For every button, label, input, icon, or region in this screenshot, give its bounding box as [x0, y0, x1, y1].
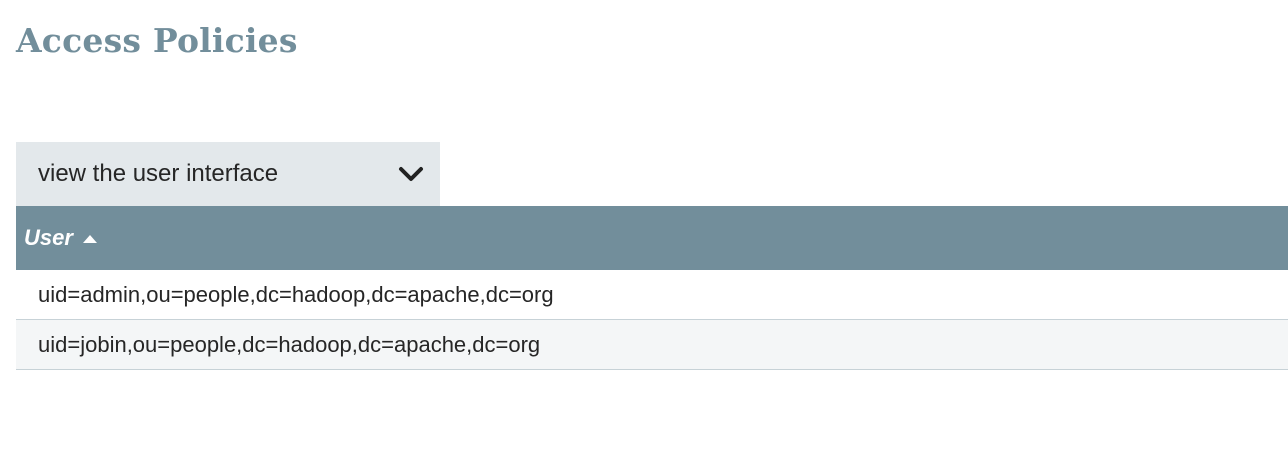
table-row[interactable]: uid=jobin,ou=people,dc=hadoop,dc=apache,…	[16, 320, 1288, 370]
table-row[interactable]: uid=admin,ou=people,dc=hadoop,dc=apache,…	[16, 270, 1288, 320]
column-header-label: User	[24, 225, 73, 250]
user-cell: uid=admin,ou=people,dc=hadoop,dc=apache,…	[38, 281, 554, 307]
column-header-user[interactable]: User	[24, 225, 97, 251]
policy-select[interactable]: view the user interface	[16, 142, 440, 206]
policy-select-value: view the user interface	[38, 160, 279, 187]
user-cell: uid=jobin,ou=people,dc=hadoop,dc=apache,…	[38, 331, 541, 357]
table-header: User	[16, 206, 1288, 270]
sort-ascending-icon	[82, 235, 97, 243]
chevron-down-icon	[398, 164, 424, 184]
page-title: Access Policies	[16, 21, 298, 60]
users-table: User uid=admin,ou=people,dc=hadoop,dc=ap…	[16, 206, 1288, 370]
